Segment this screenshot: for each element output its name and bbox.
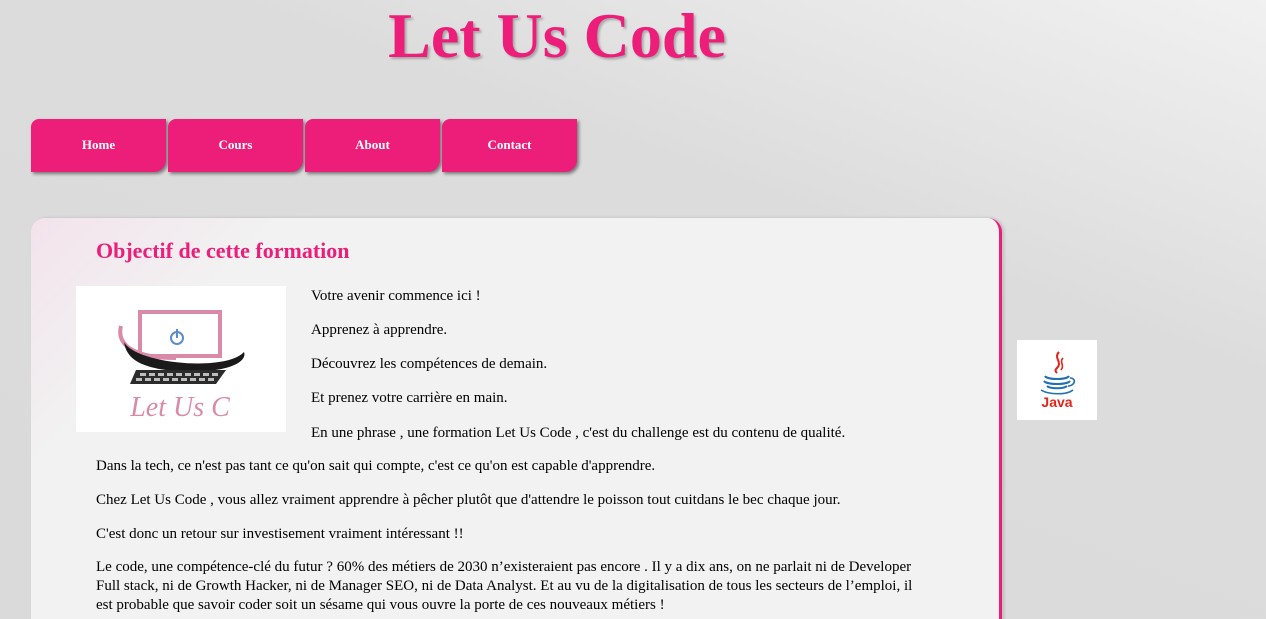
nav-home[interactable]: Home [31, 119, 166, 172]
java-logo: Java [1017, 340, 1097, 420]
nav-about[interactable]: About [305, 119, 440, 172]
paragraph-5: En une phrase , une formation Let Us Cod… [311, 425, 846, 441]
section-title: Objectif de cette formation [96, 238, 350, 263]
content-panel: Objectif de cette formation Let Us C Vot… [31, 218, 1002, 619]
paragraph-1: Votre avenir commence ici ! [311, 288, 481, 304]
nav-cours[interactable]: Cours [168, 119, 303, 172]
paragraph-3: Découvrez les compétences de demain. [311, 356, 548, 372]
java-label: Java [1041, 394, 1072, 410]
nav-contact[interactable]: Contact [442, 119, 577, 172]
paragraph-8: C'est donc un retour sur investisement v… [96, 526, 464, 542]
java-cup-icon: Java [1040, 351, 1076, 410]
paragraph-2: Apprenez à apprendre. [311, 322, 448, 338]
paragraph-6: Dans la tech, ce n'est pas tant ce qu'on… [96, 458, 656, 474]
paragraph-4: Et prenez votre carrière en main. [311, 390, 508, 406]
main-nav: Home Cours About Contact [31, 119, 577, 172]
site-title: Let Us Code [388, 0, 726, 71]
logo-text: Let Us C [129, 392, 230, 423]
paragraph-9: Le code, une compétence-clé du futur ? 6… [96, 559, 913, 613]
logo-graphic: Let Us C [118, 310, 245, 423]
let-us-code-logo: Let Us C [76, 286, 286, 432]
paragraph-7: Chez Let Us Code , vous allez vraiment a… [96, 492, 841, 508]
